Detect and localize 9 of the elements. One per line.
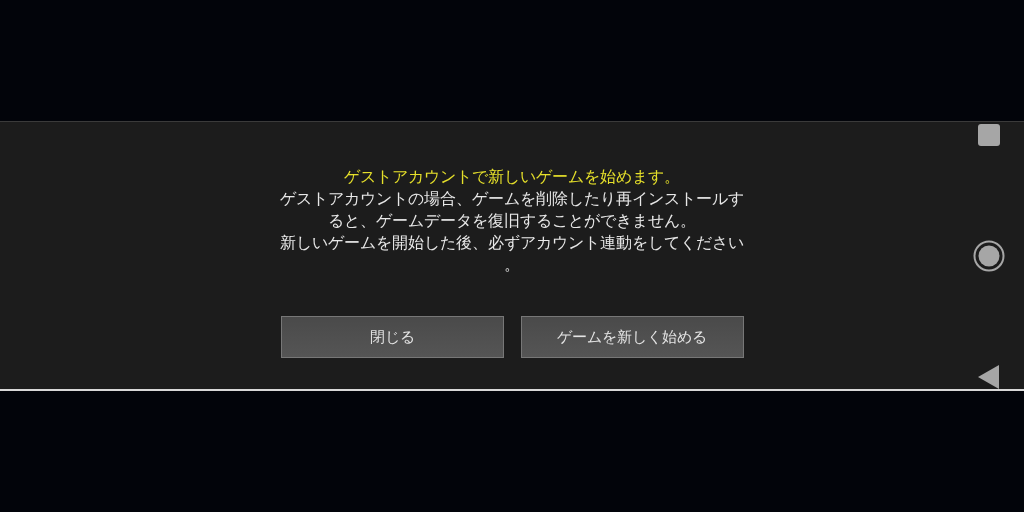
message-line: ゲストアカウントの場合、ゲームを削除したり再インストールす: [280, 189, 744, 210]
message-line: 。: [504, 255, 520, 276]
message-line: 新しいゲームを開始した後、必ずアカウント連動をしてください: [280, 233, 744, 254]
start-game-button[interactable]: ゲームを新しく始める: [520, 316, 744, 358]
dialog-title: ゲストアカウントで新しいゲームを始めます。: [344, 167, 680, 188]
message-line: ると、ゲームデータを復旧することができません。: [328, 211, 696, 232]
home-icon[interactable]: [973, 239, 1005, 272]
close-button[interactable]: 閉じる: [280, 316, 504, 358]
back-icon[interactable]: [978, 365, 1000, 389]
